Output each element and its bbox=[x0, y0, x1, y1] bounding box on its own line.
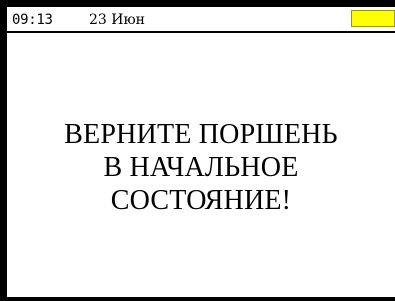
screen-border-top bbox=[0, 0, 395, 7]
warning-message-line: В НАЧАЛЬНОЕ bbox=[103, 152, 299, 183]
warning-message-line: ВЕРНИТЕ ПОРШЕНЬ bbox=[64, 119, 338, 150]
clock-date: 23 Июн bbox=[89, 12, 145, 28]
warning-message-line: СОСТОЯНИЕ! bbox=[110, 185, 292, 216]
screen-border-left bbox=[0, 0, 7, 301]
battery-indicator bbox=[351, 10, 395, 27]
device-screen: 09:13 23 Июн ВЕРНИТЕ ПОРШЕНЬ В НАЧАЛЬНОЕ… bbox=[0, 0, 395, 301]
screen-border-bottom bbox=[0, 297, 395, 301]
status-bar: 09:13 23 Июн bbox=[7, 7, 395, 33]
warning-message: ВЕРНИТЕ ПОРШЕНЬ В НАЧАЛЬНОЕ СОСТОЯНИЕ! bbox=[7, 118, 395, 217]
clock-time: 09:13 bbox=[12, 12, 53, 28]
